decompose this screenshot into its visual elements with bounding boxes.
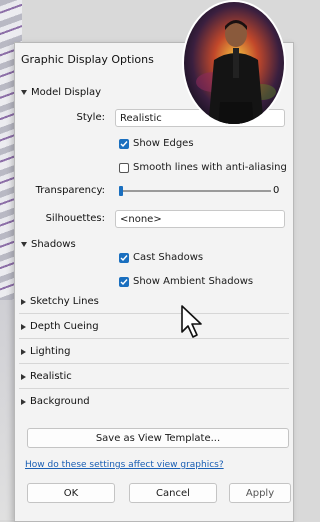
transparency-slider-track[interactable]	[119, 190, 271, 192]
section-model-display[interactable]: Model Display	[21, 87, 101, 98]
section-divider	[19, 388, 289, 389]
check-icon	[120, 254, 128, 261]
show-edges-label: Show Edges	[133, 138, 194, 149]
show-edges-row[interactable]: Show Edges	[119, 138, 194, 149]
section-realistic[interactable]: Realistic	[21, 371, 72, 382]
cancel-button[interactable]: Cancel	[129, 483, 217, 503]
smooth-lines-row[interactable]: Smooth lines with anti-aliasing	[119, 162, 287, 173]
section-realistic-label: Realistic	[30, 371, 72, 382]
mouse-pointer-icon	[181, 305, 202, 338]
ambient-shadows-label: Show Ambient Shadows	[133, 276, 254, 287]
presenter-avatar	[182, 0, 286, 126]
section-lighting[interactable]: Lighting	[21, 346, 70, 357]
section-shadows[interactable]: Shadows	[21, 239, 76, 250]
silhouettes-label: Silhouettes:	[45, 213, 105, 224]
style-label: Style:	[76, 112, 106, 123]
section-lighting-label: Lighting	[30, 346, 71, 357]
apply-button[interactable]: Apply	[229, 483, 291, 503]
section-divider	[19, 313, 289, 314]
ambient-shadows-checkbox[interactable]	[119, 276, 129, 287]
smooth-lines-checkbox[interactable]	[119, 162, 129, 173]
cast-shadows-row[interactable]: Cast Shadows	[119, 252, 203, 263]
chevron-right-icon	[21, 298, 26, 305]
section-sketchy-lines[interactable]: Sketchy Lines	[21, 296, 99, 307]
section-divider	[19, 363, 289, 364]
ok-button[interactable]: OK	[27, 483, 115, 503]
cast-shadows-label: Cast Shadows	[133, 252, 204, 263]
section-background-label: Background	[30, 396, 90, 407]
section-divider	[19, 338, 289, 339]
chevron-right-icon	[21, 323, 26, 330]
silhouettes-select[interactable]: <none>	[115, 210, 285, 228]
section-shadows-label: Shadows	[31, 239, 76, 250]
chevron-right-icon	[21, 348, 26, 355]
transparency-slider-thumb[interactable]	[119, 186, 123, 196]
smooth-lines-label: Smooth lines with anti-aliasing	[133, 162, 287, 173]
ambient-shadows-row[interactable]: Show Ambient Shadows	[119, 276, 253, 287]
section-background[interactable]: Background	[21, 396, 90, 407]
check-icon	[120, 140, 128, 147]
dialog-title: Graphic Display Options	[21, 53, 154, 66]
chevron-down-icon	[21, 242, 27, 247]
section-depth-cueing-label: Depth Cueing	[30, 321, 99, 332]
chevron-down-icon	[21, 90, 27, 95]
save-as-view-template-button[interactable]: Save as View Template...	[27, 428, 289, 448]
help-link[interactable]: How do these settings affect view graphi…	[25, 460, 224, 470]
chevron-right-icon	[21, 398, 26, 405]
transparency-value: 0	[273, 185, 280, 196]
chevron-right-icon	[21, 373, 26, 380]
section-sketchy-lines-label: Sketchy Lines	[30, 296, 99, 307]
check-icon	[120, 278, 128, 285]
transparency-label: Transparency:	[35, 185, 105, 196]
show-edges-checkbox[interactable]	[119, 138, 129, 149]
section-model-display-label: Model Display	[31, 87, 102, 98]
cast-shadows-checkbox[interactable]	[119, 252, 129, 263]
section-depth-cueing[interactable]: Depth Cueing	[21, 321, 99, 332]
